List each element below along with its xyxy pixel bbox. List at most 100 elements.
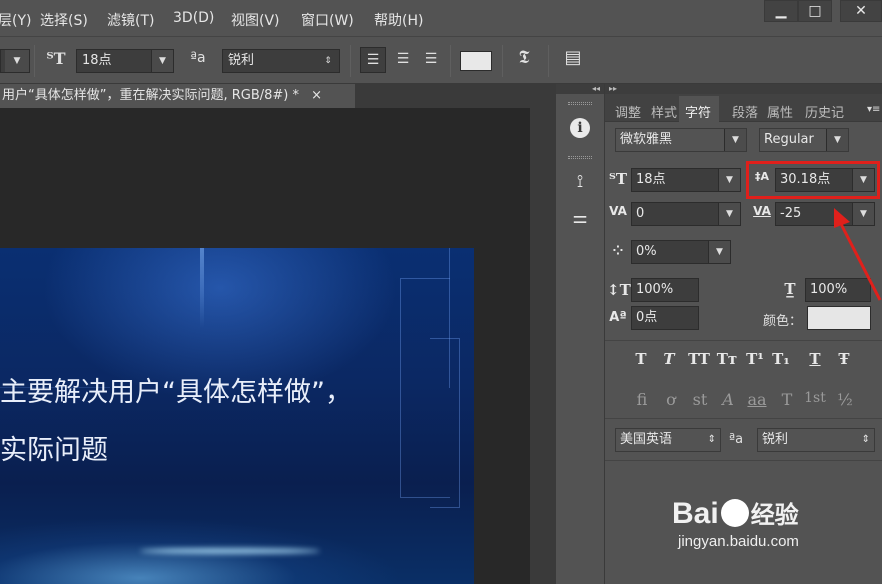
- panel-menu-icon[interactable]: ▾≡: [867, 104, 880, 115]
- chevron-down-icon[interactable]: ▼: [718, 203, 740, 225]
- subscript-button[interactable]: T₁: [770, 350, 792, 368]
- tab-character[interactable]: 字符: [685, 102, 711, 121]
- orientation-dropdown[interactable]: ▼: [0, 49, 30, 73]
- document-tab[interactable]: 用户“具体怎样做”，重在解决实际问题, RGB/8#) * ×: [0, 84, 355, 108]
- ordinals-button[interactable]: 1st: [803, 390, 827, 406]
- text-color-swatch[interactable]: [460, 51, 492, 71]
- leading-highlight-box: [746, 161, 880, 199]
- tab-styles[interactable]: 样式: [651, 102, 677, 121]
- menu-layer[interactable]: 层(Y): [0, 10, 31, 30]
- brush-tools-icon[interactable]: ⟟: [568, 170, 592, 194]
- vertical-scale-field[interactable]: 100%: [631, 278, 699, 302]
- strikethrough-button[interactable]: Ŧ: [833, 350, 855, 368]
- option-antialias-value: 锐利: [228, 53, 255, 68]
- watermark-suffix: 经验: [750, 502, 799, 529]
- tab-adjustments[interactable]: 调整: [615, 102, 641, 121]
- tracking-field[interactable]: -25 ▼: [775, 202, 875, 226]
- underline-button[interactable]: T: [804, 350, 826, 368]
- collapse-arrows-icon[interactable]: ◂◂: [556, 84, 604, 94]
- language-dropdown[interactable]: 美国英语 ⇕: [615, 428, 721, 452]
- canvas-image[interactable]: 主要解决用户“具体怎样做”， 实际问题: [0, 248, 474, 584]
- close-tab-icon[interactable]: ×: [311, 88, 322, 103]
- menu-bar: 层(Y) 选择(S) 滤镜(T) 3D(D) 视图(V) 窗口(W) 帮助(H)…: [0, 0, 882, 36]
- tsume-value: 0%: [636, 244, 657, 259]
- fractions-button[interactable]: ½: [833, 390, 857, 409]
- ligatures-button[interactable]: fi: [630, 390, 654, 409]
- vertical-scale-value: 100%: [636, 282, 674, 297]
- kerning-field[interactable]: 0 ▼: [631, 202, 741, 226]
- maximize-button[interactable]: □: [798, 0, 832, 22]
- font-style-dropdown[interactable]: Regular ▼: [759, 128, 849, 152]
- canvas-area[interactable]: 主要解决用户“具体怎样做”， 实际问题: [0, 108, 555, 584]
- language-value: 美国英语: [620, 432, 673, 447]
- character-panel-toggle-icon[interactable]: ▤: [560, 47, 586, 68]
- antialias-dropdown[interactable]: 锐利 ⇕: [757, 428, 875, 452]
- canvas-text-line-2[interactable]: 实际问题: [0, 428, 108, 467]
- grip-icon[interactable]: [568, 156, 592, 159]
- chevron-down-icon[interactable]: ▼: [718, 169, 740, 191]
- titling-button[interactable]: T: [775, 390, 799, 409]
- tsume-field[interactable]: 0% ▼: [631, 240, 731, 264]
- option-font-size-value: 18点: [82, 53, 112, 68]
- option-font-size[interactable]: 18点 ▼: [76, 49, 174, 73]
- brush-settings-icon[interactable]: ⚌: [568, 206, 592, 230]
- tracking-icon: VA: [753, 204, 771, 218]
- color-swatch[interactable]: [807, 306, 871, 330]
- all-caps-button[interactable]: TT: [688, 350, 710, 368]
- menu-filter[interactable]: 滤镜(T): [107, 10, 154, 30]
- glow-line: [140, 548, 320, 554]
- align-right-icon[interactable]: ☰: [418, 47, 444, 71]
- faux-bold-button[interactable]: T: [630, 350, 652, 368]
- option-antialias[interactable]: 锐利 ⇕: [222, 49, 340, 73]
- faux-italic-button[interactable]: T: [658, 350, 680, 368]
- minimize-button[interactable]: ▁: [764, 0, 798, 22]
- horizontal-scale-field[interactable]: 100%: [805, 278, 871, 302]
- chevron-down-icon[interactable]: ▼: [826, 129, 848, 151]
- align-left-icon[interactable]: ☰: [360, 47, 386, 73]
- horizontal-scale-icon: T̲: [784, 280, 796, 298]
- divider: [605, 340, 882, 341]
- warp-text-icon[interactable]: 𝕿: [512, 47, 536, 68]
- watermark-brand: Bai: [672, 497, 719, 530]
- baidu-watermark: Bai 经验 jingyan.baidu.com: [672, 495, 799, 550]
- font-size-field[interactable]: 18点 ▼: [631, 168, 741, 192]
- menu-3d[interactable]: 3D(D): [173, 10, 214, 26]
- align-center-icon[interactable]: ☰: [390, 47, 416, 71]
- separator: [450, 45, 451, 77]
- separator: [34, 45, 35, 77]
- chevron-down-icon[interactable]: ▼: [852, 203, 874, 225]
- menu-view[interactable]: 视图(V): [231, 10, 280, 30]
- light-beam: [200, 248, 204, 328]
- canvas-text-line-1[interactable]: 主要解决用户“具体怎样做”，: [0, 370, 352, 409]
- tab-properties[interactable]: 属性: [767, 102, 793, 121]
- font-style-value: Regular: [764, 132, 814, 147]
- document-tab-bar: 用户“具体怎样做”，重在解决实际问题, RGB/8#) * ×: [0, 84, 555, 108]
- paw-icon: [720, 499, 749, 527]
- menu-window[interactable]: 窗口(W): [301, 10, 354, 30]
- info-icon[interactable]: i: [570, 118, 590, 138]
- vertical-scale-icon: ↕T: [607, 281, 631, 299]
- antialias-value: 锐利: [762, 432, 789, 447]
- stylistic-alternates-button[interactable]: aa: [745, 390, 769, 409]
- old-style-button[interactable]: ơ: [659, 390, 683, 409]
- discretionary-ligatures-button[interactable]: st: [688, 390, 712, 409]
- chevron-down-icon[interactable]: ▼: [724, 129, 746, 151]
- font-size-value: 18点: [636, 172, 666, 187]
- chevron-down-icon[interactable]: ▼: [708, 241, 730, 263]
- chevron-down-icon[interactable]: ▼: [151, 50, 173, 72]
- grip-icon[interactable]: [568, 102, 592, 105]
- tracking-value: -25: [780, 206, 802, 221]
- baseline-shift-field[interactable]: 0点: [631, 306, 699, 330]
- close-window-button[interactable]: ✕: [840, 0, 882, 22]
- tab-paragraph[interactable]: 段落: [732, 102, 758, 121]
- swash-button[interactable]: A: [716, 390, 740, 409]
- small-caps-button[interactable]: Tт: [716, 350, 738, 368]
- baseline-shift-icon: Aª: [609, 310, 627, 325]
- vertical-scrollbar[interactable]: [530, 108, 555, 584]
- menu-help[interactable]: 帮助(H): [374, 10, 423, 30]
- font-family-dropdown[interactable]: 微软雅黑 ▼: [615, 128, 747, 152]
- menu-select[interactable]: 选择(S): [40, 10, 88, 30]
- tab-history[interactable]: 历史记: [805, 102, 844, 121]
- superscript-button[interactable]: T¹: [744, 350, 766, 368]
- collapse-arrows-icon[interactable]: ▸▸: [605, 84, 882, 94]
